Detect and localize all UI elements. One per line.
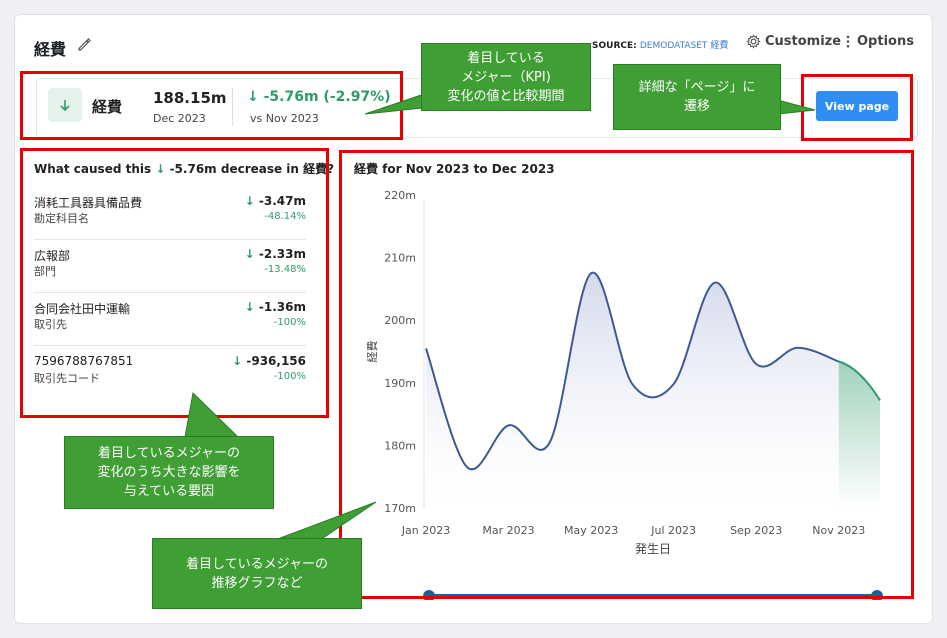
annotation-line: 推移グラフなど: [211, 575, 303, 591]
chart-annotation: 着目しているメジャーの 推移グラフなど: [152, 538, 362, 609]
view-annotation: 詳細な「ページ」に 遷移: [613, 64, 781, 130]
annotation-line: 変化のうち大きな影響を: [97, 465, 241, 480]
annotation-line: 着目している: [467, 50, 545, 66]
kpi-annotation: 着目している メジャー（KPI) 変化の値と比較期間: [421, 43, 591, 111]
annotation-line: 着目しているメジャーの: [98, 446, 240, 461]
annotation-line: メジャー（KPI): [461, 69, 551, 85]
causes-annotation: 着目しているメジャーの 変化のうち大きな影響を 与えている要因: [64, 436, 274, 509]
annotation-line: 変化の値と比較期間: [447, 88, 565, 104]
annotation-line: 遷移: [683, 99, 710, 114]
annotation-line: 詳細な「ページ」に: [638, 80, 756, 95]
annotation-line: 与えている要因: [123, 484, 215, 499]
annotation-line: 着目しているメジャーの: [186, 556, 328, 572]
